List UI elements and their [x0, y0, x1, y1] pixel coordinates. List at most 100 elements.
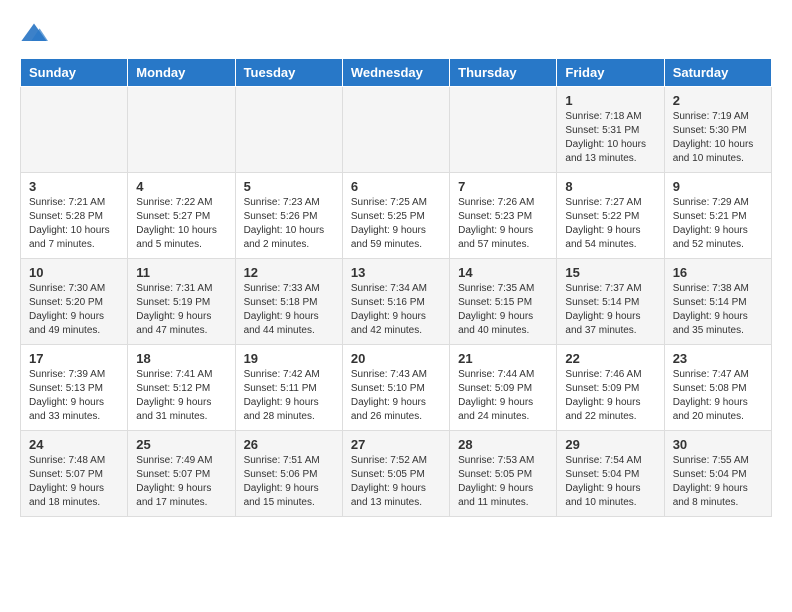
calendar-cell: 5 Sunrise: 7:23 AMSunset: 5:26 PMDaylight… [235, 173, 342, 259]
day-number: 30 [673, 437, 763, 452]
calendar-cell: 11 Sunrise: 7:31 AMSunset: 5:19 PMDayligh… [128, 259, 235, 345]
calendar-cell: 15 Sunrise: 7:37 AMSunset: 5:14 PMDayligh… [557, 259, 664, 345]
calendar-cell: 18Sunrise: 7:41 AMSunset: 5:12 PMDayligh… [128, 345, 235, 431]
day-info: Sunrise: 7:41 AMSunset: 5:12 PMDaylight:… [136, 368, 226, 424]
day-info: Sunrise: 7:53 AMSunset: 5:05 PMDaylight:… [458, 454, 548, 510]
calendar-cell [235, 87, 342, 173]
calendar-cell [342, 87, 449, 173]
day-info: Sunrise: 7:25 AMSunset: 5:25 PMDaylight:… [351, 196, 441, 252]
day-number: 29 [565, 437, 655, 452]
day-info: Sunrise: 7:18 AMSunset: 5:31 PMDaylight:… [565, 110, 655, 166]
calendar-cell: 20 Sunrise: 7:43 AMSunset: 5:10 PMDayligh… [342, 345, 449, 431]
calendar-cell: 9Sunrise: 7:29 AMSunset: 5:21 PMDaylight… [664, 173, 771, 259]
day-info: Sunrise: 7:48 AMSunset: 5:07 PMDaylight:… [29, 454, 119, 510]
calendar-cell: 4Sunrise: 7:22 AMSunset: 5:27 PMDaylight… [128, 173, 235, 259]
calendar-cell: 22 Sunrise: 7:46 AMSunset: 5:09 PMDayligh… [557, 345, 664, 431]
day-info: Sunrise: 7:23 AMSunset: 5:26 PMDaylight:… [244, 196, 334, 252]
weekday-header-thursday: Thursday [450, 59, 557, 87]
day-number: 22 [565, 351, 655, 366]
calendar-cell: 13 Sunrise: 7:34 AMSunset: 5:16 PMDayligh… [342, 259, 449, 345]
calendar-cell [450, 87, 557, 173]
day-number: 3 [29, 179, 119, 194]
calendar-week-row: 3 Sunrise: 7:21 AMSunset: 5:28 PMDaylight… [21, 173, 772, 259]
calendar-week-row: 17Sunrise: 7:39 AMSunset: 5:13 PMDayligh… [21, 345, 772, 431]
day-info: Sunrise: 7:27 AMSunset: 5:22 PMDaylight:… [565, 196, 655, 252]
day-info: Sunrise: 7:54 AMSunset: 5:04 PMDaylight:… [565, 454, 655, 510]
day-number: 25 [136, 437, 226, 452]
day-number: 28 [458, 437, 548, 452]
calendar-cell: 1 Sunrise: 7:18 AMSunset: 5:31 PMDaylight… [557, 87, 664, 173]
calendar-cell: 30 Sunrise: 7:55 AMSunset: 5:04 PMDayligh… [664, 431, 771, 517]
day-number: 14 [458, 265, 548, 280]
calendar-cell: 27Sunrise: 7:52 AMSunset: 5:05 PMDayligh… [342, 431, 449, 517]
calendar-cell: 29 Sunrise: 7:54 AMSunset: 5:04 PMDayligh… [557, 431, 664, 517]
day-info: Sunrise: 7:55 AMSunset: 5:04 PMDaylight:… [673, 454, 763, 510]
calendar-cell: 25 Sunrise: 7:49 AMSunset: 5:07 PMDayligh… [128, 431, 235, 517]
header [20, 20, 772, 48]
day-number: 1 [565, 93, 655, 108]
calendar-cell: 28 Sunrise: 7:53 AMSunset: 5:05 PMDayligh… [450, 431, 557, 517]
calendar-cell: 21 Sunrise: 7:44 AMSunset: 5:09 PMDayligh… [450, 345, 557, 431]
calendar-cell: 10Sunrise: 7:30 AMSunset: 5:20 PMDayligh… [21, 259, 128, 345]
day-info: Sunrise: 7:42 AMSunset: 5:11 PMDaylight:… [244, 368, 334, 424]
day-number: 5 [244, 179, 334, 194]
day-number: 23 [673, 351, 763, 366]
calendar-cell: 19 Sunrise: 7:42 AMSunset: 5:11 PMDayligh… [235, 345, 342, 431]
calendar-cell: 12 Sunrise: 7:33 AMSunset: 5:18 PMDayligh… [235, 259, 342, 345]
day-number: 27 [351, 437, 441, 452]
day-number: 24 [29, 437, 119, 452]
calendar-cell: 23 Sunrise: 7:47 AMSunset: 5:08 PMDayligh… [664, 345, 771, 431]
day-info: Sunrise: 7:30 AMSunset: 5:20 PMDaylight:… [29, 282, 119, 338]
day-info: Sunrise: 7:44 AMSunset: 5:09 PMDaylight:… [458, 368, 548, 424]
calendar-cell: 3 Sunrise: 7:21 AMSunset: 5:28 PMDaylight… [21, 173, 128, 259]
day-number: 4 [136, 179, 226, 194]
calendar-week-row: 1 Sunrise: 7:18 AMSunset: 5:31 PMDaylight… [21, 87, 772, 173]
day-info: Sunrise: 7:37 AMSunset: 5:14 PMDaylight:… [565, 282, 655, 338]
day-number: 16 [673, 265, 763, 280]
day-number: 19 [244, 351, 334, 366]
day-number: 7 [458, 179, 548, 194]
calendar-week-row: 24 Sunrise: 7:48 AMSunset: 5:07 PMDayligh… [21, 431, 772, 517]
calendar-table: SundayMondayTuesdayWednesdayThursdayFrid… [20, 58, 772, 517]
day-number: 6 [351, 179, 441, 194]
day-info: Sunrise: 7:21 AMSunset: 5:28 PMDaylight:… [29, 196, 119, 252]
day-number: 20 [351, 351, 441, 366]
calendar-cell: 14Sunrise: 7:35 AMSunset: 5:15 PMDayligh… [450, 259, 557, 345]
day-number: 15 [565, 265, 655, 280]
day-info: Sunrise: 7:46 AMSunset: 5:09 PMDaylight:… [565, 368, 655, 424]
calendar-cell: 7 Sunrise: 7:26 AMSunset: 5:23 PMDaylight… [450, 173, 557, 259]
weekday-header-wednesday: Wednesday [342, 59, 449, 87]
day-number: 11 [136, 265, 226, 280]
calendar-cell: 16 Sunrise: 7:38 AMSunset: 5:14 PMDayligh… [664, 259, 771, 345]
day-number: 2 [673, 93, 763, 108]
day-info: Sunrise: 7:31 AMSunset: 5:19 PMDaylight:… [136, 282, 226, 338]
weekday-header-friday: Friday [557, 59, 664, 87]
weekday-header-sunday: Sunday [21, 59, 128, 87]
day-info: Sunrise: 7:34 AMSunset: 5:16 PMDaylight:… [351, 282, 441, 338]
day-number: 12 [244, 265, 334, 280]
day-info: Sunrise: 7:33 AMSunset: 5:18 PMDaylight:… [244, 282, 334, 338]
day-info: Sunrise: 7:26 AMSunset: 5:23 PMDaylight:… [458, 196, 548, 252]
day-number: 21 [458, 351, 548, 366]
logo-icon [20, 20, 48, 48]
calendar-cell: 26 Sunrise: 7:51 AMSunset: 5:06 PMDayligh… [235, 431, 342, 517]
logo [20, 20, 52, 48]
day-number: 8 [565, 179, 655, 194]
day-info: Sunrise: 7:38 AMSunset: 5:14 PMDaylight:… [673, 282, 763, 338]
calendar-cell [21, 87, 128, 173]
day-info: Sunrise: 7:49 AMSunset: 5:07 PMDaylight:… [136, 454, 226, 510]
weekday-header-tuesday: Tuesday [235, 59, 342, 87]
day-info: Sunrise: 7:51 AMSunset: 5:06 PMDaylight:… [244, 454, 334, 510]
day-info: Sunrise: 7:47 AMSunset: 5:08 PMDaylight:… [673, 368, 763, 424]
day-number: 26 [244, 437, 334, 452]
calendar-cell: 2 Sunrise: 7:19 AMSunset: 5:30 PMDaylight… [664, 87, 771, 173]
day-info: Sunrise: 7:19 AMSunset: 5:30 PMDaylight:… [673, 110, 763, 166]
weekday-header-saturday: Saturday [664, 59, 771, 87]
day-info: Sunrise: 7:39 AMSunset: 5:13 PMDaylight:… [29, 368, 119, 424]
calendar-cell: 17Sunrise: 7:39 AMSunset: 5:13 PMDayligh… [21, 345, 128, 431]
calendar-week-row: 10Sunrise: 7:30 AMSunset: 5:20 PMDayligh… [21, 259, 772, 345]
day-info: Sunrise: 7:43 AMSunset: 5:10 PMDaylight:… [351, 368, 441, 424]
calendar-cell: 24 Sunrise: 7:48 AMSunset: 5:07 PMDayligh… [21, 431, 128, 517]
calendar-cell: 6 Sunrise: 7:25 AMSunset: 5:25 PMDaylight… [342, 173, 449, 259]
day-number: 13 [351, 265, 441, 280]
